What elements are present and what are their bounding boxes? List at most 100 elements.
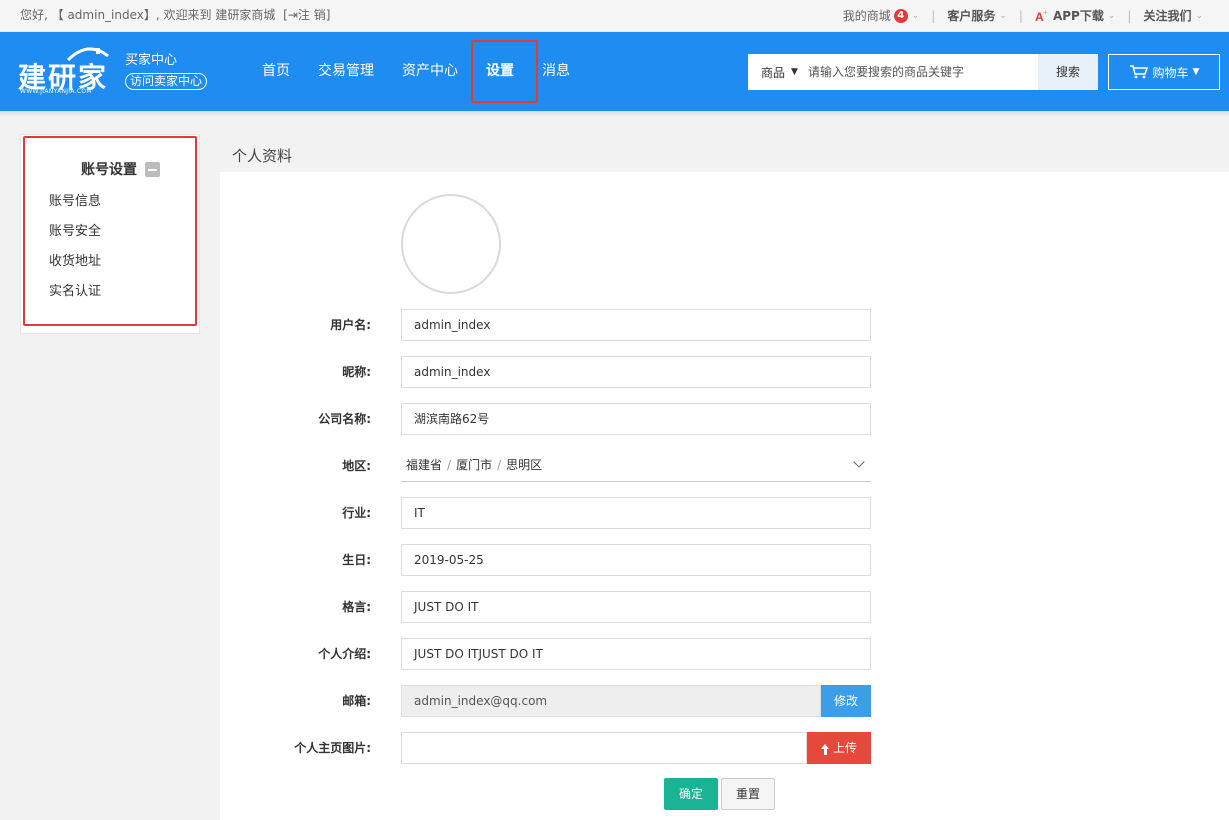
logo-url: WWW.JIANYANJIA.COM <box>20 88 92 95</box>
follow-us-link[interactable]: 关注我们 ⌄ <box>1137 7 1209 24</box>
username-row: 用户名: admin_index <box>220 309 1229 341</box>
upload-button[interactable]: 上传 <box>807 732 871 764</box>
region-district: 思明区 <box>506 458 543 472</box>
main-header: 建研家 WWW.JIANYANJIA.COM 买家中心 访问卖家中心 首页 交易… <box>0 32 1229 111</box>
sidebar-title-label: 账号设置 <box>81 162 137 178</box>
nav-settings[interactable]: 设置 <box>472 32 528 111</box>
upload-label: 上传 <box>832 741 857 755</box>
main-nav: 首页 交易管理 资产中心 设置 消息 <box>248 32 584 111</box>
birthday-field[interactable]: 2019-05-25 <box>401 544 871 576</box>
chevron-down-icon: ⌄ <box>1107 10 1116 21</box>
search-bar: 商品 ▼ 搜索 <box>748 54 1098 90</box>
region-separator: / <box>497 458 502 472</box>
region-province: 福建省 <box>406 458 443 472</box>
sidebar-item-shipping-address[interactable]: 收货地址 <box>49 247 101 277</box>
app-download-label: APP下载 <box>1052 9 1104 23</box>
email-row: 邮箱: admin_index@qq.com 修改 <box>220 685 1229 717</box>
sidebar-item-account-security[interactable]: 账号安全 <box>49 217 101 247</box>
email-field: admin_index@qq.com <box>401 685 821 717</box>
homepage-image-row: 个人主页图片: 上传 <box>220 732 1229 764</box>
company-row: 公司名称: 湖滨南路62号 <box>220 403 1229 435</box>
customer-service-link[interactable]: 客户服务 ⌄ <box>941 7 1013 24</box>
nickname-label: 昵称: <box>342 365 371 379</box>
motto-row: 格言: JUST DO IT <box>220 591 1229 623</box>
profile-panel: 用户名: admin_index 昵称: admin_index 公司名称: 湖… <box>220 172 1229 820</box>
top-links: 我的商城 4 ⌄ | 客户服务 ⌄ | A + APP下载 ⌄ | 关注我们 ⌄ <box>837 0 1209 31</box>
nav-asset-center[interactable]: 资产中心 <box>388 32 472 111</box>
app-icon: A + <box>1035 8 1049 24</box>
cart-icon <box>1129 65 1148 79</box>
region-city: 厦门市 <box>456 458 493 472</box>
industry-field[interactable]: IT <box>401 497 871 529</box>
motto-label: 格言: <box>342 600 371 614</box>
follow-us-label: 关注我们 <box>1143 9 1192 23</box>
confirm-button[interactable]: 确定 <box>664 778 718 810</box>
search-category-label: 商品 <box>761 65 786 80</box>
nav-home[interactable]: 首页 <box>248 32 304 111</box>
username-field[interactable]: admin_index <box>401 309 871 341</box>
welcome-text: 您好, 【 admin_index】, 欢迎来到 建研家商城 <box>20 8 276 22</box>
chevron-down-icon: ⌄ <box>911 10 920 21</box>
divider: | <box>1018 8 1023 23</box>
nav-messages[interactable]: 消息 <box>528 32 584 111</box>
nav-trade-management[interactable]: 交易管理 <box>304 32 388 111</box>
sidebar-title[interactable]: 账号设置 <box>81 159 160 179</box>
page-title: 个人资料 <box>232 147 293 165</box>
top-bar: 您好, 【 admin_index】, 欢迎来到 建研家商城 [⇥注 销] 我的… <box>0 0 1229 32</box>
collapse-icon[interactable] <box>145 161 160 177</box>
sidebar-item-real-name-auth[interactable]: 实名认证 <box>49 277 101 307</box>
my-mall-badge: 4 <box>893 8 908 23</box>
sidebar: 账号设置 账号信息 账号安全 收货地址 实名认证 <box>20 134 200 334</box>
cart-label: 购物车 <box>1152 65 1189 80</box>
birthday-row: 生日: 2019-05-25 <box>220 544 1229 576</box>
svg-text:+: + <box>1043 9 1048 17</box>
homepage-image-field[interactable] <box>401 732 807 764</box>
homepage-image-label: 个人主页图片: <box>294 741 371 755</box>
buyer-center-title: 买家中心 <box>125 53 178 68</box>
search-button[interactable]: 搜索 <box>1038 54 1098 90</box>
company-field[interactable]: 湖滨南路62号 <box>401 403 871 435</box>
search-category-select[interactable]: 商品 ▼ <box>748 64 808 81</box>
caret-down-icon: ▼ <box>1192 67 1200 77</box>
cart-button[interactable]: 购物车 ▼ <box>1108 54 1220 90</box>
chevron-down-icon: ⌄ <box>1195 10 1203 21</box>
search-input[interactable] <box>808 54 1038 90</box>
intro-field[interactable]: JUST DO ITJUST DO IT <box>401 638 871 670</box>
region-select[interactable]: 福建省 / 厦门市 / 思明区 <box>401 450 871 482</box>
username-label: 用户名: <box>330 318 371 332</box>
buyer-center: 买家中心 访问卖家中心 <box>125 52 208 90</box>
sidebar-menu: 账号信息 账号安全 收货地址 实名认证 <box>49 187 101 307</box>
chevron-down-icon <box>853 456 865 468</box>
header-shadow <box>0 111 1229 117</box>
motto-field[interactable]: JUST DO IT <box>401 591 871 623</box>
upload-icon <box>820 744 830 753</box>
divider: | <box>1127 8 1132 23</box>
avatar[interactable] <box>401 194 501 294</box>
divider: | <box>931 8 936 23</box>
my-mall-link[interactable]: 我的商城 4 ⌄ <box>837 7 926 24</box>
industry-label: 行业: <box>342 506 371 520</box>
caret-down-icon: ▼ <box>791 67 798 77</box>
customer-service-label: 客户服务 <box>947 9 996 23</box>
welcome-message: 您好, 【 admin_index】, 欢迎来到 建研家商城 [⇥注 销] <box>20 0 330 31</box>
industry-row: 行业: IT <box>220 497 1229 529</box>
site-logo[interactable]: 建研家 WWW.JIANYANJIA.COM <box>18 44 114 100</box>
chevron-down-icon: ⌄ <box>999 10 1007 21</box>
region-label: 地区: <box>342 459 371 473</box>
visit-seller-center-button[interactable]: 访问卖家中心 <box>125 73 208 90</box>
intro-label: 个人介绍: <box>318 647 371 661</box>
region-separator: / <box>447 458 452 472</box>
intro-row: 个人介绍: JUST DO ITJUST DO IT <box>220 638 1229 670</box>
my-mall-label: 我的商城 <box>842 9 891 23</box>
modify-email-button[interactable]: 修改 <box>821 685 871 717</box>
reset-button[interactable]: 重置 <box>721 778 775 810</box>
sidebar-item-account-info[interactable]: 账号信息 <box>49 187 101 217</box>
company-label: 公司名称: <box>318 412 371 426</box>
nickname-row: 昵称: admin_index <box>220 356 1229 388</box>
email-label: 邮箱: <box>342 694 371 708</box>
logout-link[interactable]: [⇥注 销] <box>283 8 330 22</box>
birthday-label: 生日: <box>342 553 371 567</box>
region-row: 地区: 福建省 / 厦门市 / 思明区 <box>220 450 1229 482</box>
nickname-field[interactable]: admin_index <box>401 356 871 388</box>
app-download-link[interactable]: A + APP下载 ⌄ <box>1029 7 1121 24</box>
